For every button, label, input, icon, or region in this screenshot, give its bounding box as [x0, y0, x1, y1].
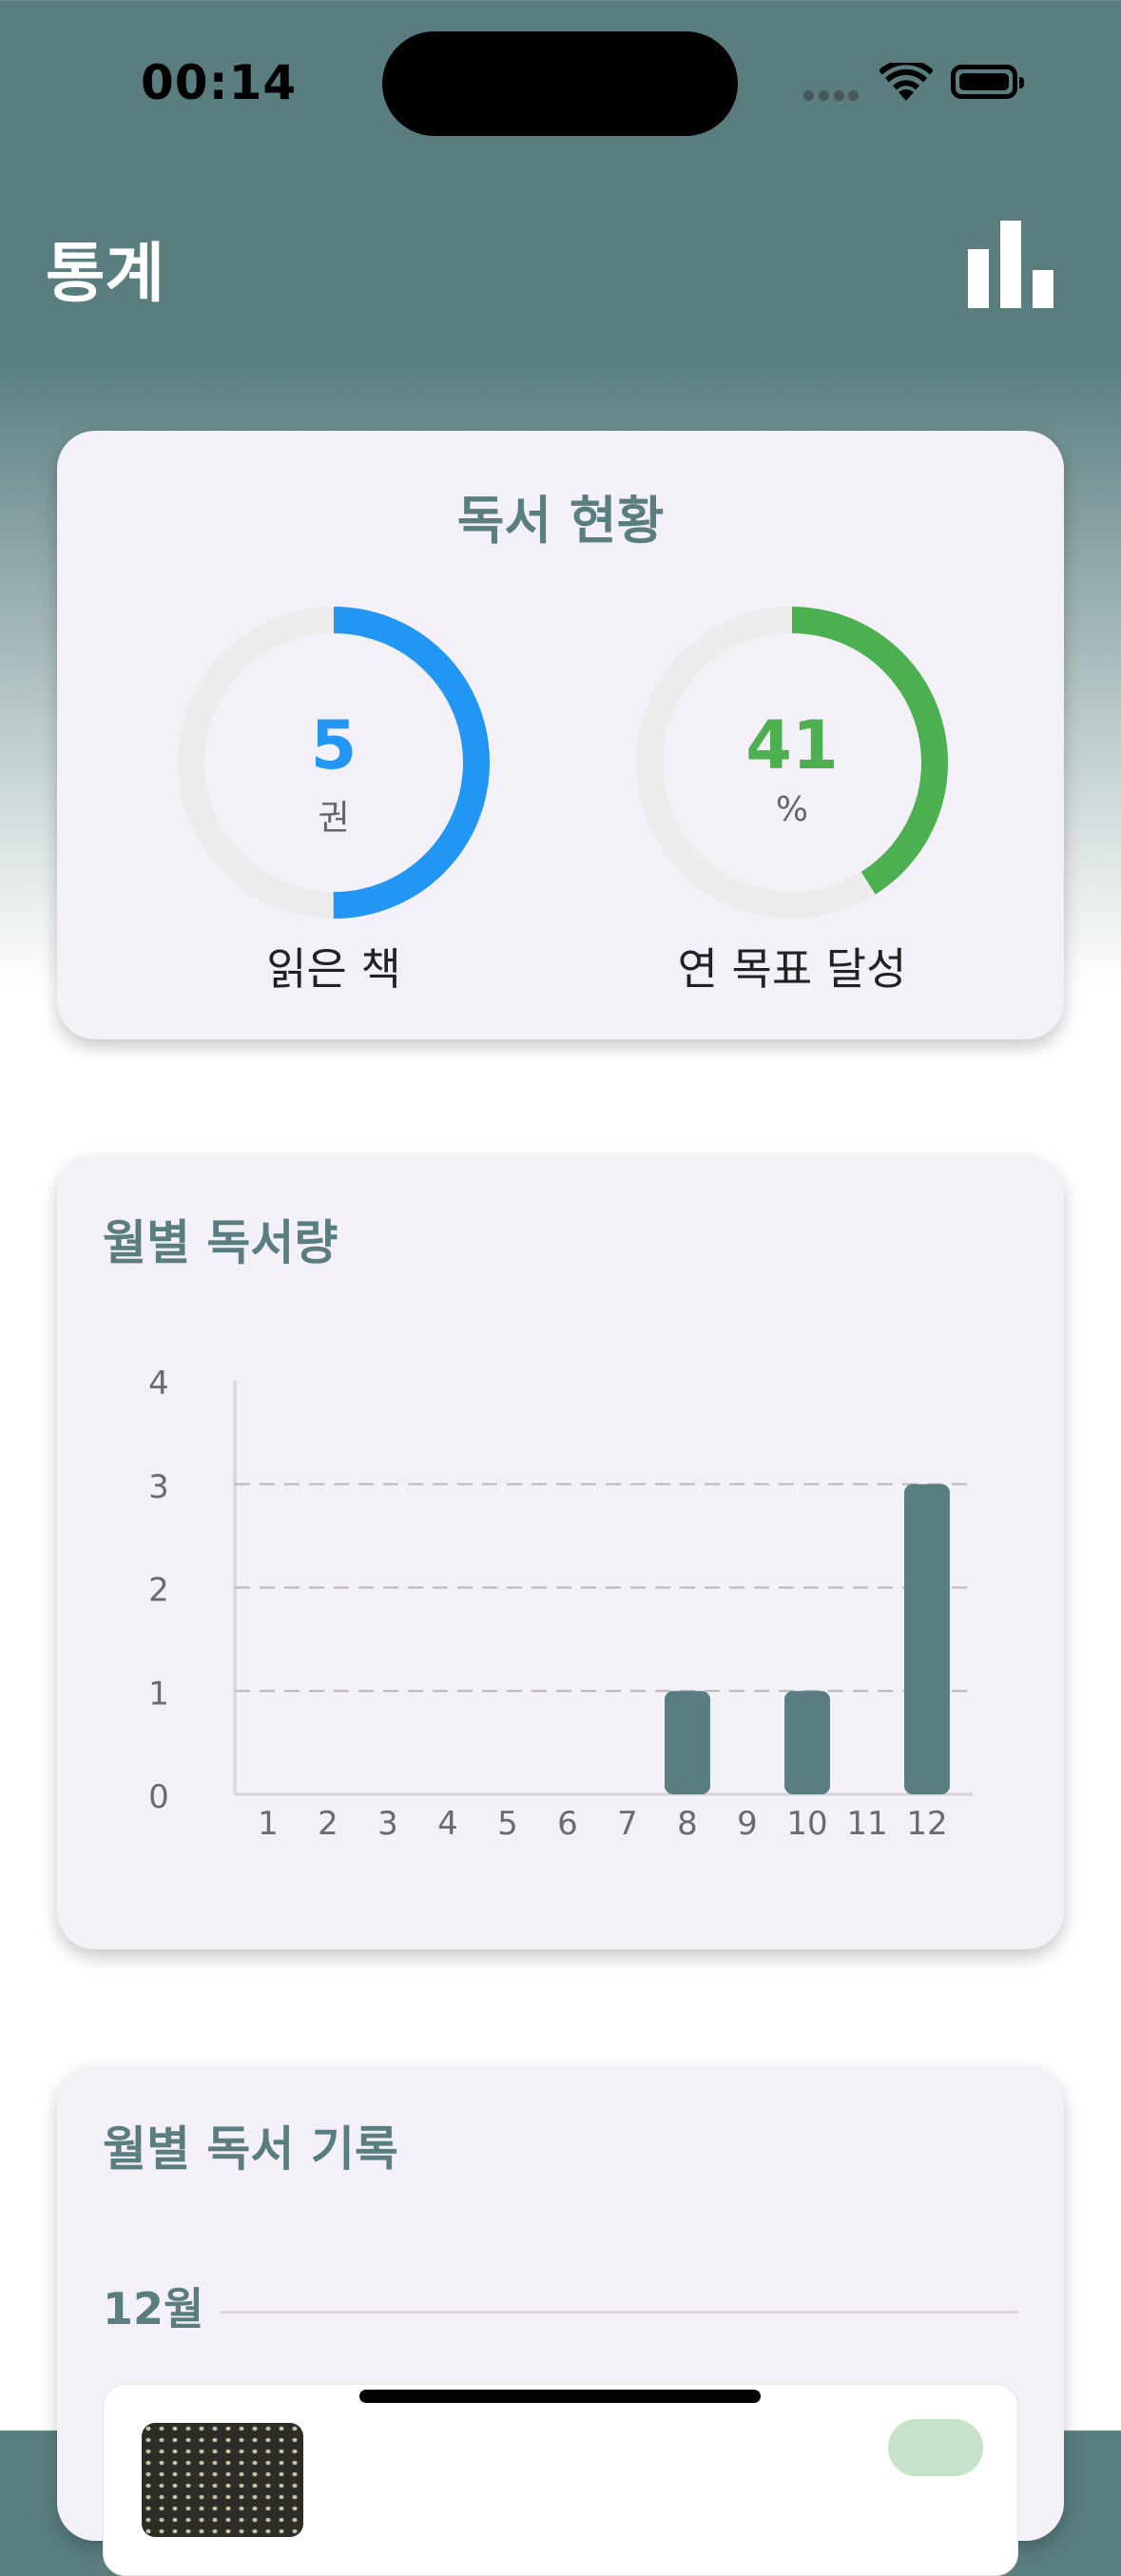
books-read-value: 5: [310, 707, 358, 784]
month-section-label: 12월: [103, 2283, 204, 2334]
summary-title: 독서 현황: [456, 491, 665, 551]
dynamic-island: [382, 31, 738, 136]
books-read-ring: 5 권 읽은 책: [175, 604, 493, 995]
y-tick-label: 2: [148, 1572, 169, 1610]
x-tick-label: 5: [497, 1805, 518, 1843]
bar: [904, 1483, 950, 1794]
monthly-reading-card: 월별 독서량 0 1 2 3 4 1 2 3 4 5 6 7 8 9 10 11 12: [57, 1155, 1064, 1949]
bar: [665, 1691, 710, 1794]
annual-goal-unit: %: [775, 790, 809, 829]
x-tick-label: 2: [318, 1805, 338, 1843]
x-tick-label: 8: [677, 1805, 698, 1843]
page-title: 통계: [46, 237, 165, 312]
wifi-icon: [879, 63, 933, 101]
y-tick-label: 3: [148, 1468, 169, 1506]
status-time: 00:14: [141, 55, 298, 110]
x-tick-label: 3: [377, 1805, 398, 1843]
battery-icon: [951, 65, 1024, 99]
x-tick-label: 9: [737, 1805, 758, 1843]
x-tick-label: 10: [786, 1805, 827, 1843]
x-tick-label: 11: [846, 1805, 887, 1843]
reading-summary-card: 독서 현황 5 권 읽은 책 41 % 연 목표 달성: [57, 431, 1064, 1039]
bar-chart-icon[interactable]: [968, 221, 1055, 308]
month-divider: [221, 2311, 1018, 2314]
cellular-signal-icon: [803, 90, 859, 102]
annual-goal-ring: 41 % 연 목표 달성: [633, 604, 951, 995]
x-tick-label: 12: [906, 1805, 947, 1843]
monthly-bar-chart: 012341 2 3 4 5 6 7 8 9 10 11 12: [148, 1365, 973, 1843]
bar: [784, 1691, 830, 1794]
x-tick-label: 7: [617, 1805, 638, 1843]
books-read-unit: 권: [318, 799, 350, 838]
monthly-records-card: 월별 독서 기록 12월: [57, 2065, 1064, 2576]
x-tick-label: 4: [437, 1805, 458, 1843]
y-tick-label: 0: [148, 1778, 169, 1816]
record-item[interactable]: [103, 2384, 1018, 2576]
annual-goal-label: 연 목표 달성: [677, 943, 907, 995]
annual-goal-value: 41: [745, 707, 839, 784]
y-tick-label: 4: [148, 1365, 169, 1403]
x-tick-label: 1: [258, 1805, 279, 1843]
y-tick-label: 1: [148, 1675, 169, 1713]
records-title: 월별 독서 기록: [103, 2121, 398, 2177]
status-badge: [888, 2419, 983, 2476]
home-indicator: [359, 2390, 761, 2403]
book-cover-image: [142, 2423, 303, 2537]
x-tick-label: 6: [557, 1805, 578, 1843]
books-read-label: 읽은 책: [266, 943, 401, 995]
